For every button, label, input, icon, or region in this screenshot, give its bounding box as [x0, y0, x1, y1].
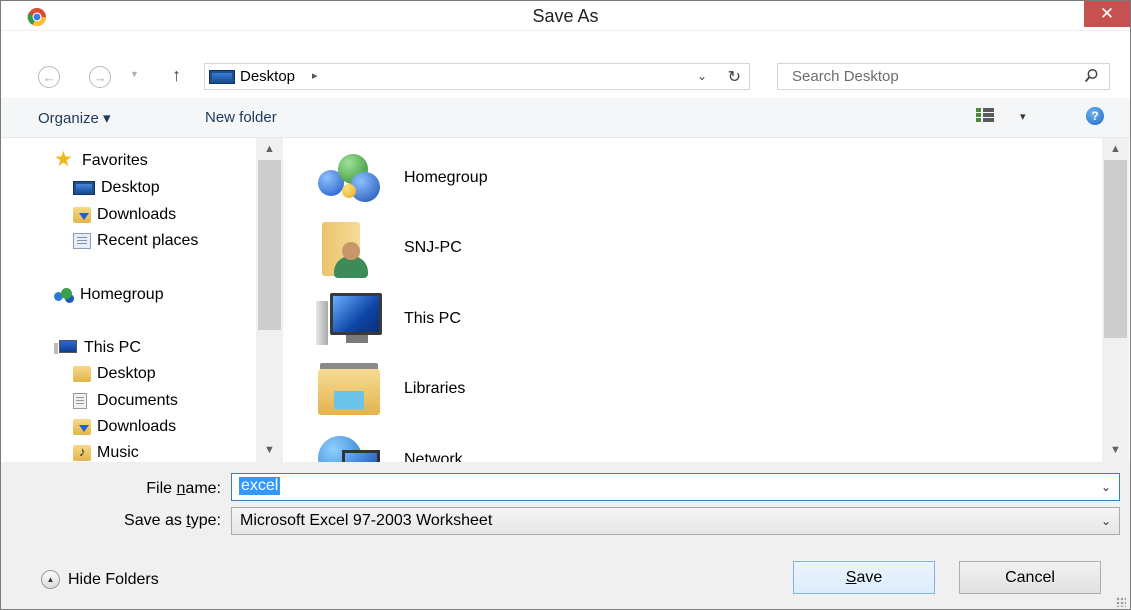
homegroup-icon — [54, 287, 74, 303]
sidebar-item-favorites[interactable]: ★ Favorites — [54, 148, 148, 171]
title-bar: Save As ✕ — [1, 1, 1130, 31]
star-icon: ★ — [54, 148, 73, 171]
file-name-value[interactable]: excel — [239, 477, 281, 495]
scroll-up-icon[interactable]: ▲ — [1102, 139, 1129, 159]
new-folder-button[interactable]: New folder — [205, 109, 277, 126]
libraries-icon — [316, 359, 386, 419]
collapse-up-icon: ▲ — [41, 570, 60, 589]
search-placeholder: Search Desktop — [792, 68, 899, 85]
list-item-libraries[interactable]: Libraries — [316, 359, 465, 419]
sidebar-item-pc-downloads[interactable]: Downloads — [73, 418, 176, 436]
hide-folders-label: Hide Folders — [68, 570, 159, 588]
hide-folders-button[interactable]: ▲ Hide Folders — [41, 570, 159, 589]
chevron-down-icon[interactable]: ⌄ — [1101, 480, 1111, 494]
up-arrow-icon: ↑ — [172, 65, 181, 85]
address-dropdown-icon[interactable]: ⌄ — [697, 69, 707, 83]
list-item-label: Libraries — [404, 380, 466, 397]
list-item-label: Homegroup — [404, 169, 488, 186]
scroll-down-icon[interactable]: ▼ — [1102, 440, 1129, 460]
save-as-type-value: Microsoft Excel 97-2003 Worksheet — [240, 512, 493, 529]
chevron-down-icon[interactable]: ⌄ — [1101, 514, 1111, 528]
homegroup-icon — [316, 148, 386, 208]
organize-button[interactable]: Organize ▾ — [38, 109, 111, 127]
sidebar-item-downloads[interactable]: Downloads — [73, 206, 176, 224]
view-options-dropdown[interactable]: ▾ — [1020, 110, 1026, 123]
sidebar-item-label: Favorites — [82, 152, 148, 169]
window-title: Save As — [532, 6, 599, 26]
sidebar-item-homegroup[interactable]: Homegroup — [54, 286, 164, 304]
list-item-network[interactable]: Network — [316, 430, 463, 462]
list-item-snj-pc[interactable]: SNJ-PC — [316, 218, 462, 278]
close-icon: ✕ — [1099, 3, 1115, 23]
save-form-panel: File name: excel ⌄ Save as type: Microso… — [1, 462, 1130, 609]
sidebar-item-label: Desktop — [101, 179, 160, 196]
computer-icon — [316, 289, 386, 349]
documents-icon — [73, 393, 87, 409]
up-button[interactable]: ↑ — [172, 65, 181, 86]
recent-places-icon — [73, 233, 91, 249]
cancel-button[interactable]: Cancel — [959, 561, 1101, 594]
navigation-scrollbar[interactable]: ▲ ▼ — [256, 138, 283, 462]
back-arrow-icon: ← — [42, 69, 56, 85]
list-item-homegroup[interactable]: Homegroup — [316, 148, 488, 208]
list-item-label: This PC — [404, 310, 461, 327]
music-folder-icon — [73, 444, 91, 461]
file-name-label: File name: — [146, 480, 221, 497]
list-item-label: Network — [404, 451, 463, 462]
file-list-scrollbar[interactable]: ▲ ▼ — [1102, 138, 1129, 462]
scroll-up-icon[interactable]: ▲ — [256, 139, 283, 159]
desktop-folder-icon — [73, 366, 91, 382]
save-as-type-select[interactable]: Microsoft Excel 97-2003 Worksheet ⌄ — [231, 507, 1120, 535]
recent-locations-dropdown[interactable]: ▼ — [130, 69, 139, 79]
desktop-icon — [209, 70, 235, 84]
resize-grip-icon[interactable] — [1116, 597, 1126, 607]
user-folder-icon — [316, 218, 386, 278]
sidebar-item-label: Downloads — [97, 206, 177, 223]
scroll-down-icon[interactable]: ▼ — [256, 440, 283, 460]
navigation-pane: ★ Favorites Desktop Downloads Recent pla… — [1, 138, 283, 462]
forward-button[interactable]: → — [89, 66, 111, 88]
back-button[interactable]: ← — [38, 66, 60, 88]
sidebar-item-label: This PC — [84, 339, 141, 356]
desktop-icon — [73, 181, 95, 195]
address-location[interactable]: Desktop — [240, 68, 295, 85]
save-as-type-label: Save as type: — [124, 512, 221, 529]
refresh-icon[interactable]: ↻ — [728, 67, 741, 87]
breadcrumb-chevron-icon[interactable]: ▸ — [312, 69, 318, 82]
downloads-folder-icon — [73, 207, 91, 223]
scrollbar-thumb[interactable] — [1104, 160, 1127, 338]
search-icon[interactable] — [1084, 68, 1099, 83]
computer-icon — [54, 340, 78, 356]
sidebar-item-label: Music — [97, 444, 139, 461]
sidebar-item-label: Desktop — [97, 365, 156, 382]
close-button[interactable]: ✕ — [1084, 1, 1130, 27]
address-bar[interactable]: Desktop ▸ ⌄ ↻ — [204, 63, 750, 90]
sidebar-item-label: Recent places — [97, 232, 199, 249]
sidebar-item-label: Homegroup — [80, 286, 164, 303]
sidebar-item-this-pc[interactable]: This PC — [54, 339, 141, 357]
list-item-label: SNJ-PC — [404, 239, 462, 256]
downloads-folder-icon — [73, 419, 91, 435]
sidebar-item-recent-places[interactable]: Recent places — [73, 232, 198, 250]
address-row: ← → ▼ ↑ Desktop ▸ ⌄ ↻ Search Desktop — [1, 56, 1130, 96]
sidebar-item-label: Documents — [97, 392, 178, 409]
command-bar: Organize ▾ New folder ▾ ? — [1, 98, 1130, 138]
scrollbar-thumb[interactable] — [258, 160, 281, 330]
save-button[interactable]: Save — [793, 561, 935, 594]
file-list: Homegroup SNJ-PC This PC Libraries Netwo… — [286, 138, 1130, 462]
sidebar-item-music[interactable]: Music — [73, 444, 139, 462]
sidebar-item-pc-desktop[interactable]: Desktop — [73, 365, 156, 383]
network-icon — [316, 430, 386, 462]
sidebar-item-documents[interactable]: Documents — [73, 392, 178, 410]
sidebar-item-desktop[interactable]: Desktop — [73, 179, 160, 197]
sidebar-item-label: Downloads — [97, 418, 177, 435]
save-as-dialog: Save As ✕ ← → ▼ ↑ Desktop ▸ ⌄ ↻ Search D… — [0, 0, 1131, 610]
help-icon[interactable]: ? — [1086, 107, 1104, 125]
change-view-icon[interactable] — [976, 108, 994, 126]
forward-arrow-icon: → — [93, 69, 107, 85]
search-input[interactable]: Search Desktop — [777, 63, 1110, 90]
file-name-field[interactable]: excel ⌄ — [231, 473, 1120, 501]
list-item-this-pc[interactable]: This PC — [316, 289, 461, 349]
